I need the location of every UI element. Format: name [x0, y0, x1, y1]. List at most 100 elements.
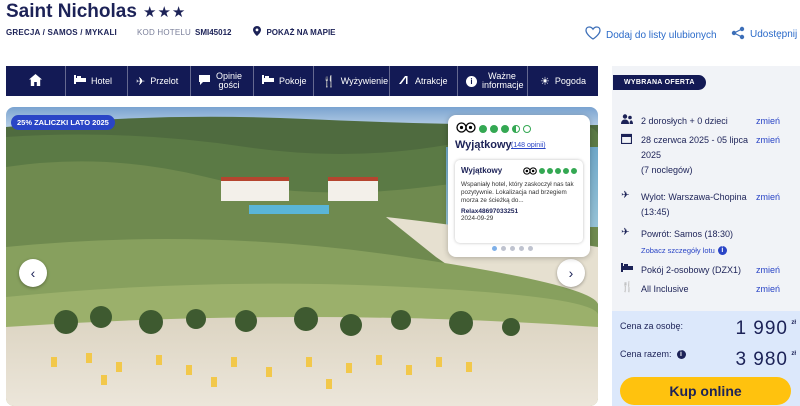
hotel-nav-bar: Hotel ✈ Przelot Opinie gości Pokoje 🍴 Wy…: [6, 66, 598, 96]
rating-dot: [512, 125, 520, 133]
hotel-location: GRECJA / SAMOS / MYKALI: [6, 28, 117, 37]
buy-online-button[interactable]: Kup online: [620, 377, 791, 405]
review-rating-title: Wyjątkowy: [455, 139, 512, 151]
offer-dates-block: 28 czerwca 2025 - 05 lipca 2025 (7 nocle…: [641, 133, 753, 178]
nav-home[interactable]: [6, 66, 66, 96]
nav-attractions[interactable]: Atrakcje: [390, 66, 458, 96]
info-icon: i: [466, 75, 477, 87]
nav-flight-label: Przelot: [150, 76, 179, 86]
sun-icon: ☀: [540, 75, 550, 88]
review-date: 2024-09-29: [461, 215, 494, 222]
nav-weather[interactable]: ☀ Pogoda: [528, 66, 598, 96]
pager-dot[interactable]: [501, 246, 506, 251]
gallery-next-button[interactable]: ›: [557, 259, 585, 287]
offer-board-row: 🍴 All Inclusive zmień: [621, 282, 799, 297]
review-card: Wyjątkowy (148 opinii) Wyjątkowy Wspania…: [448, 115, 590, 257]
offer-guests-row: 2 dorosłych + 0 dzieci zmień: [621, 114, 799, 129]
chevron-left-icon: ‹: [30, 265, 36, 281]
nav-reviews-label: Opinie gości: [215, 71, 242, 90]
flight-details-link[interactable]: Zobacz szczegóły lotu i: [641, 246, 727, 255]
bed-icon: [74, 75, 86, 87]
info-icon: i: [717, 246, 727, 255]
nav-hotel[interactable]: Hotel: [66, 66, 128, 96]
review-snippet[interactable]: Wyjątkowy Wspaniały hotel, który zaskocz…: [455, 160, 583, 243]
nav-important-info[interactable]: i Ważne informacje: [458, 66, 528, 96]
review-snippet-rating: [523, 166, 577, 175]
price-total-label-row: Cena razem: i: [620, 349, 686, 359]
selected-offer-chip: WYBRANA OFERTA: [613, 75, 706, 90]
add-to-favorites-label: Dodaj do listy ulubionych: [606, 29, 717, 41]
rating-dot: [539, 167, 545, 174]
rating-dot: [490, 125, 498, 133]
price-per-person-label: Cena za osobę:: [620, 321, 684, 331]
pager-dot[interactable]: [510, 246, 515, 251]
bed-icon: [621, 263, 641, 275]
chevron-right-icon: ›: [568, 265, 574, 281]
gallery-prev-button[interactable]: ‹: [19, 259, 47, 287]
change-dates-link[interactable]: zmień: [756, 133, 780, 148]
offer-guests: 2 dorosłych + 0 dzieci: [641, 116, 728, 126]
share-button[interactable]: Udostępnij: [731, 26, 797, 43]
flight-details-label: Zobacz szczegóły lotu: [641, 246, 715, 255]
offer-room-row: Pokój 2-osobowy (DZX1) zmień: [621, 263, 799, 278]
review-snippet-title: Wyjątkowy: [461, 166, 503, 175]
nav-rooms[interactable]: Pokoje: [254, 66, 314, 96]
offer-dates-row: 28 czerwca 2025 - 05 lipca 2025 (7 nocle…: [620, 133, 799, 178]
share-label: Udostępnij: [750, 29, 798, 40]
offer-room: Pokój 2-osobowy (DZX1): [641, 265, 742, 275]
price-total-currency: zł: [791, 351, 796, 357]
pager-dot[interactable]: [492, 246, 497, 251]
share-icon: [731, 26, 745, 43]
rating-dot: [501, 125, 509, 133]
nav-flight[interactable]: ✈ Przelot: [128, 66, 191, 96]
change-flight-link[interactable]: zmień: [756, 190, 780, 205]
hotel-code-value: SMI45012: [195, 28, 232, 37]
offer-return-row: ✈ Powrót: Samos (18:30): [621, 227, 799, 242]
rating-dot: [523, 125, 531, 133]
tripadvisor-rating: [456, 122, 531, 136]
plane-landing-icon: ✈: [621, 227, 630, 238]
review-count-link[interactable]: (148 opinii): [511, 142, 546, 149]
map-pin-icon: [253, 26, 262, 39]
rating-dot: [547, 167, 553, 174]
review-snippet-text: Wspaniały hotel, który zaskoczył nas tak…: [461, 181, 574, 204]
tripadvisor-owl-icon: [523, 166, 537, 175]
nav-attractions-label: Atrakcje: [415, 76, 448, 86]
pager-dot[interactable]: [519, 246, 524, 251]
nav-board[interactable]: 🍴 Wyżywienie: [314, 66, 390, 96]
add-to-favorites-button[interactable]: Dodaj do listy ulubionych: [585, 26, 717, 44]
show-on-map-link[interactable]: POKAŻ NA MAPIE: [266, 28, 335, 37]
offer-nights: (7 noclegów): [641, 165, 693, 175]
plane-takeoff-icon: ✈: [621, 190, 630, 201]
nav-reviews[interactable]: Opinie gości: [191, 66, 254, 96]
offer-board: All Inclusive: [641, 284, 689, 294]
change-guests-link[interactable]: zmień: [756, 114, 780, 129]
pager-dot[interactable]: [528, 246, 533, 251]
chat-icon: [199, 74, 210, 88]
offer-return: Powrót: Samos (18:30): [641, 229, 734, 239]
change-board-link[interactable]: zmień: [756, 282, 780, 297]
review-author: Relax48697033251: [461, 208, 519, 215]
heart-icon: [585, 26, 601, 44]
bed-icon: [262, 75, 274, 87]
offer-outbound: Wylot: Warszawa-Chopina (13:45): [641, 192, 747, 217]
slide-icon: [398, 75, 410, 88]
calendar-icon: [620, 133, 641, 147]
hotel-code-label: KOD HOTELU: [136, 28, 191, 37]
nav-hotel-label: Hotel: [91, 76, 113, 86]
price-per-person: 1 990: [735, 318, 788, 339]
people-icon: [621, 114, 641, 128]
cutlery-icon: 🍴: [621, 282, 634, 293]
price-per-person-currency: zł: [791, 320, 796, 326]
hotel-title: Saint Nicholas: [6, 1, 137, 22]
plane-icon: ✈: [136, 75, 146, 88]
cutlery-icon: 🍴: [322, 75, 336, 88]
rating-dot: [571, 167, 577, 174]
review-pager: [492, 246, 533, 251]
offer-outbound-row: ✈ Wylot: Warszawa-Chopina (13:45) zmień: [621, 190, 799, 220]
price-total-label: Cena razem:: [620, 349, 672, 359]
rating-dot: [563, 167, 569, 174]
price-total: 3 980: [735, 349, 788, 370]
info-icon[interactable]: i: [676, 349, 686, 359]
change-room-link[interactable]: zmień: [756, 263, 780, 278]
